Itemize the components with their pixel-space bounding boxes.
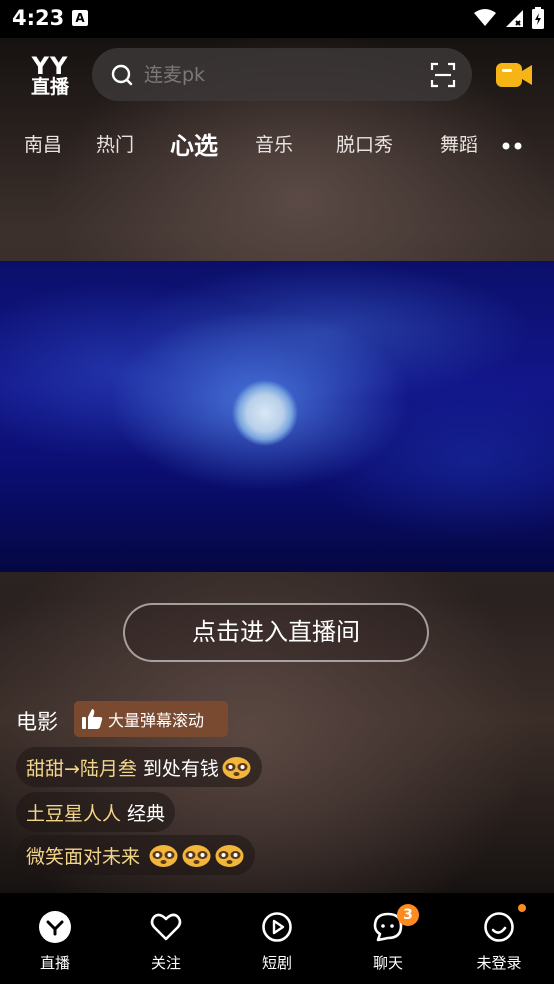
bottom-nav: 直播 关注 短剧 聊天 未登录 [0, 893, 554, 984]
header: YY 直播 [0, 38, 554, 116]
tab-featured[interactable]: 心选 [170, 126, 218, 161]
comment-user: 微笑面对未来 [26, 845, 141, 868]
tab-talk-show[interactable]: 脱口秀 [336, 130, 393, 157]
heart-icon [150, 913, 182, 941]
comment-item: 微笑面对未来 [16, 835, 256, 875]
status-bar: 4:23 A [0, 0, 554, 38]
nav-live[interactable]: 直播 [0, 893, 110, 984]
nav-follow-label: 关注 [150, 954, 181, 972]
chat-unread-badge: 3 [397, 904, 419, 926]
tab-dance[interactable]: 舞蹈 [440, 130, 484, 157]
thumbs-up-icon [82, 709, 103, 729]
category-tabs: 南昌 热门 心选 音乐 脱口秀 舞蹈 [0, 122, 554, 168]
logo-text-top: YY [31, 52, 69, 80]
raccoon-emoji-icon [214, 842, 245, 868]
profile-icon [484, 912, 514, 942]
comment-message: 到处有钱 [142, 757, 219, 780]
enter-live-room-button[interactable]: 点击进入直播间 [123, 603, 429, 662]
notification-icon: A [72, 10, 88, 26]
nav-profile-label: 未登录 [476, 954, 522, 972]
nav-follow[interactable]: 关注 [111, 893, 221, 984]
tab-hot[interactable]: 热门 [96, 130, 134, 157]
nav-chat-label: 聊天 [372, 954, 403, 972]
logo-text-bottom: 直播 [30, 76, 69, 98]
battery-icon [532, 7, 544, 29]
comment-item: 土豆星人人 经典 [16, 792, 176, 832]
status-time: 4:23 [12, 6, 65, 30]
raccoon-emoji-icon [181, 842, 212, 868]
comment-message: 经典 [127, 802, 166, 825]
more-tabs-icon[interactable] [500, 136, 524, 156]
danmaku-badge: 大量弹幕滚动 [74, 701, 228, 737]
tab-music[interactable]: 音乐 [255, 130, 293, 157]
scan-icon[interactable] [430, 62, 456, 88]
raccoon-emoji-icon [148, 842, 179, 868]
stream-video-preview[interactable] [0, 261, 554, 572]
signal-icon [506, 10, 523, 27]
yy-home-icon [39, 911, 71, 943]
go-live-camera-icon[interactable] [496, 60, 534, 90]
profile-notification-dot [518, 904, 526, 912]
play-icon [262, 912, 292, 942]
tab-nanchang[interactable]: 南昌 [24, 130, 62, 157]
nav-profile[interactable]: 未登录 [444, 893, 554, 984]
nav-chat[interactable]: 聊天 [333, 893, 443, 984]
stream-category: 电影 [16, 710, 58, 734]
raccoon-emoji-icon [221, 754, 252, 780]
yy-live-logo[interactable]: YY 直播 [24, 54, 76, 97]
wifi-icon [474, 9, 496, 26]
search-input[interactable] [142, 60, 406, 90]
nav-short-drama[interactable]: 短剧 [222, 893, 332, 984]
danmaku-badge-text: 大量弹幕滚动 [108, 711, 205, 730]
search-icon [111, 64, 133, 86]
comment-user: 甜甜→陆月叁 [26, 757, 137, 780]
comment-item: 甜甜→陆月叁 到处有钱 [16, 747, 262, 787]
nav-live-label: 直播 [39, 954, 70, 972]
comment-user: 土豆星人人 [26, 802, 122, 825]
search-bar[interactable] [92, 48, 472, 101]
nav-short-drama-label: 短剧 [261, 954, 292, 972]
system-icons [474, 7, 544, 29]
